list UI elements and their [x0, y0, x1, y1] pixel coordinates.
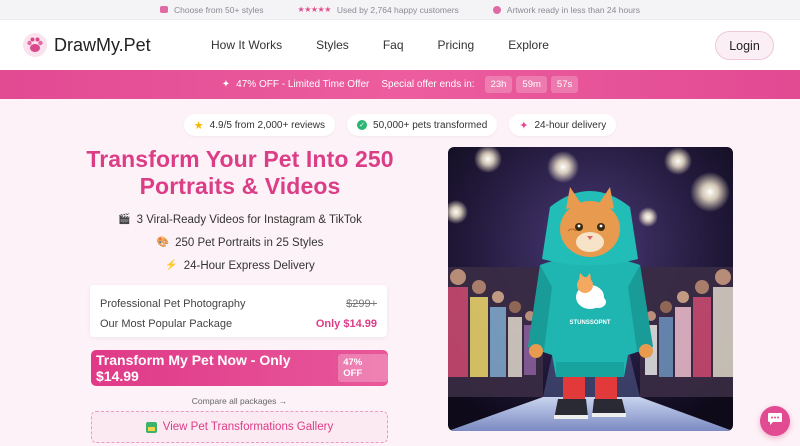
- navbar: DrawMy.Pet How It Works Styles Faq Prici…: [0, 20, 800, 70]
- current-price: Only $14.99: [315, 318, 377, 330]
- bag-icon: [159, 6, 168, 13]
- hero-pet-image: STUNSSOPNT: [448, 147, 733, 431]
- nav-how-it-works[interactable]: How It Works: [211, 38, 282, 52]
- rating-stars-icon: ★★★★★: [297, 5, 332, 14]
- countdown-hours: 23h: [484, 76, 513, 93]
- main-menu: How It Works Styles Faq Pricing Explore: [211, 20, 583, 70]
- pets-badge: ✓ 50,000+ pets transformed: [347, 114, 498, 136]
- delivery-info-text: Artwork ready in less than 24 hours: [506, 4, 641, 15]
- delivery-text: 24-hour delivery: [534, 119, 607, 131]
- feature-text: 3 Viral-Ready Videos for Instagram & Tik…: [136, 213, 362, 226]
- styles-info: Choose from 50+ styles: [159, 4, 264, 15]
- promo-offer-text: 47% OFF - Limited Time Offer: [236, 79, 370, 90]
- promo-banner: ✦ 47% OFF - Limited Time Offer Special o…: [0, 70, 800, 99]
- sparkle-icon: ✦: [519, 119, 529, 132]
- feature-text: 24-Hour Express Delivery: [183, 259, 315, 272]
- top-info-strip: Choose from 50+ styles ★★★★★ Used by 2,7…: [0, 0, 800, 20]
- price-row: Our Most Popular Package Only $14.99: [100, 314, 377, 334]
- nav-explore[interactable]: Explore: [508, 38, 549, 52]
- cta-label: Transform My Pet Now - Only $14.99: [96, 352, 291, 384]
- delivery-badge: ✦ 24-hour delivery: [509, 114, 617, 136]
- delivery-info: Artwork ready in less than 24 hours: [492, 4, 641, 15]
- hero-copy: Transform Your Pet Into 250 Portraits & …: [60, 146, 420, 277]
- nav-faq[interactable]: Faq: [383, 38, 404, 52]
- check-circle-icon: ✓: [357, 120, 368, 130]
- reviews-badge: ★ 4.9/5 from 2,000+ reviews: [183, 114, 336, 136]
- countdown-seconds: 57s: [550, 76, 579, 93]
- sparkle-icon: ✦: [221, 79, 231, 90]
- gallery-button-label: View Pet Transformations Gallery: [162, 421, 334, 433]
- trust-badges: ★ 4.9/5 from 2,000+ reviews ✓ 50,000+ pe…: [0, 114, 800, 136]
- feature-item: ⚡ 24-Hour Express Delivery: [60, 254, 420, 277]
- clock-icon: [492, 5, 501, 14]
- lightning-icon: ⚡: [165, 260, 178, 271]
- pets-text: 50,000+ pets transformed: [373, 119, 488, 131]
- price-row: Professional Pet Photography $299+: [100, 294, 377, 314]
- discount-badge: 47% OFF: [338, 354, 388, 382]
- customers-info-text: Used by 2,764 happy customers: [336, 4, 459, 15]
- reviews-text: 4.9/5 from 2,000+ reviews: [209, 119, 326, 131]
- feature-item: 🎨 250 Pet Portraits in 25 Styles: [60, 231, 420, 254]
- nav-styles[interactable]: Styles: [316, 38, 349, 52]
- styles-info-text: Choose from 50+ styles: [173, 4, 264, 15]
- countdown-label: Special offer ends in:: [381, 79, 475, 90]
- feature-list: 🎬 3 Viral-Ready Videos for Instagram & T…: [60, 208, 420, 277]
- view-gallery-button[interactable]: View Pet Transformations Gallery: [91, 411, 388, 443]
- hero-headline: Transform Your Pet Into 250 Portraits & …: [86, 146, 394, 199]
- transform-pet-button[interactable]: Transform My Pet Now - Only $14.99 47% O…: [91, 350, 388, 386]
- price-row-label: Professional Pet Photography: [100, 298, 246, 310]
- chat-bubble-icon: [767, 412, 783, 431]
- feature-text: 250 Pet Portraits in 25 Styles: [175, 236, 324, 249]
- compare-packages-link[interactable]: Compare all packages →: [91, 396, 388, 406]
- paw-logo-icon: [22, 32, 48, 58]
- picture-icon: [145, 421, 157, 433]
- brand-name: DrawMy.Pet: [54, 34, 151, 55]
- logo[interactable]: DrawMy.Pet: [22, 32, 151, 58]
- price-row-label: Our Most Popular Package: [100, 318, 233, 330]
- hoodie-print-text: STUNSSOPNT: [569, 320, 610, 326]
- nav-pricing[interactable]: Pricing: [438, 38, 475, 52]
- price-comparison: Professional Pet Photography $299+ Our M…: [90, 285, 387, 337]
- countdown-minutes: 59m: [516, 76, 547, 93]
- chat-button[interactable]: [760, 406, 790, 436]
- customers-info: ★★★★★ Used by 2,764 happy customers: [298, 5, 459, 15]
- old-price: $299+: [346, 298, 377, 310]
- login-button[interactable]: Login: [715, 31, 774, 60]
- feature-item: 🎬 3 Viral-Ready Videos for Instagram & T…: [60, 208, 420, 231]
- clapperboard-icon: 🎬: [118, 214, 131, 225]
- palette-icon: 🎨: [156, 237, 170, 248]
- star-icon: ★: [193, 119, 204, 132]
